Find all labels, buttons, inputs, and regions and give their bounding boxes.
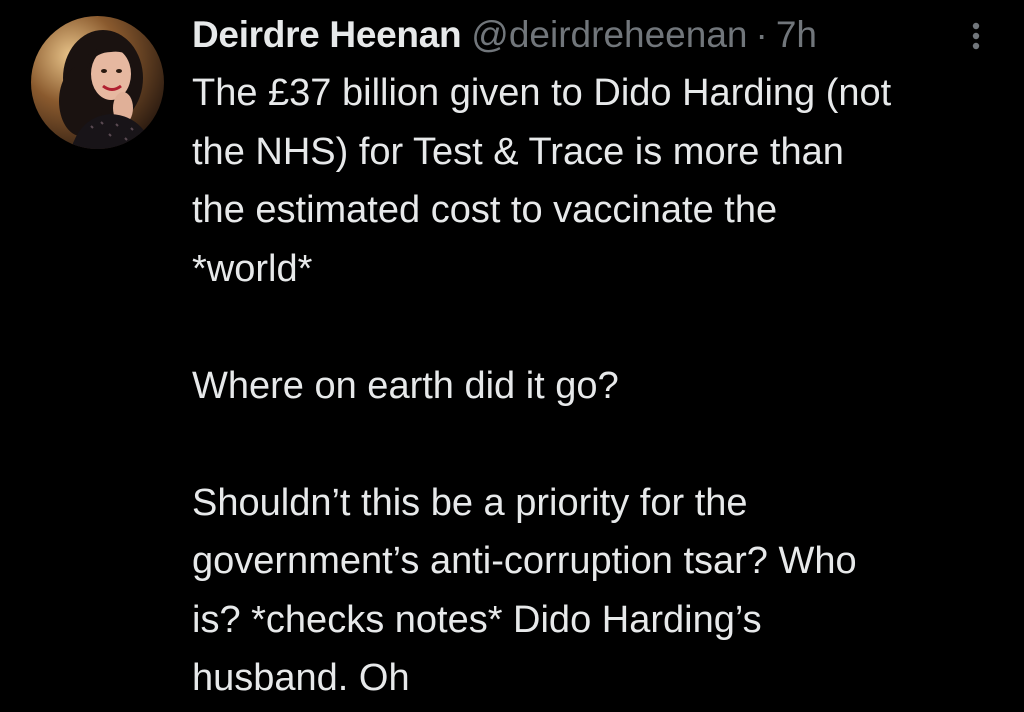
text-line: *world* [192,247,313,290]
text-line: the NHS) for Test & Trace is more than [192,130,844,173]
text-line: Shouldn’t this be a priority for the [192,481,748,524]
text-line: The £37 billion given to Dido Harding (n… [192,72,892,114]
text-line: Where on earth did it go? [192,364,619,407]
author-handle[interactable]: @deirdreheenan [471,14,747,56]
more-options-button[interactable] [956,16,996,56]
text-line: husband. Oh [192,657,410,699]
tweet-text: The £37 billion given to Dido Harding (n… [192,64,1012,708]
text-line: is? *checks notes* Dido Harding’s [192,598,762,641]
text-line: government’s anti-corruption tsar? Who [192,540,857,582]
tweet-paragraph-3: Shouldn’t this be a priority for the gov… [192,474,1012,708]
avatar[interactable] [31,16,164,149]
tweet-paragraph-2: Where on earth did it go? [192,357,1012,416]
text-line: the estimated cost to vaccinate the [192,189,778,231]
tweet: Deirdre Heenan @deirdreheenan · 7h The £… [0,0,1024,712]
tweet-timestamp[interactable]: 7h [776,14,817,56]
profile-photo-icon [31,16,164,149]
tweet-header: Deirdre Heenan @deirdreheenan · 7h [192,10,817,60]
separator-dot: · [755,14,768,55]
tweet-paragraph-1: The £37 billion given to Dido Harding (n… [192,64,1012,298]
vertical-ellipsis-icon [972,22,980,50]
author-display-name[interactable]: Deirdre Heenan [192,14,462,56]
